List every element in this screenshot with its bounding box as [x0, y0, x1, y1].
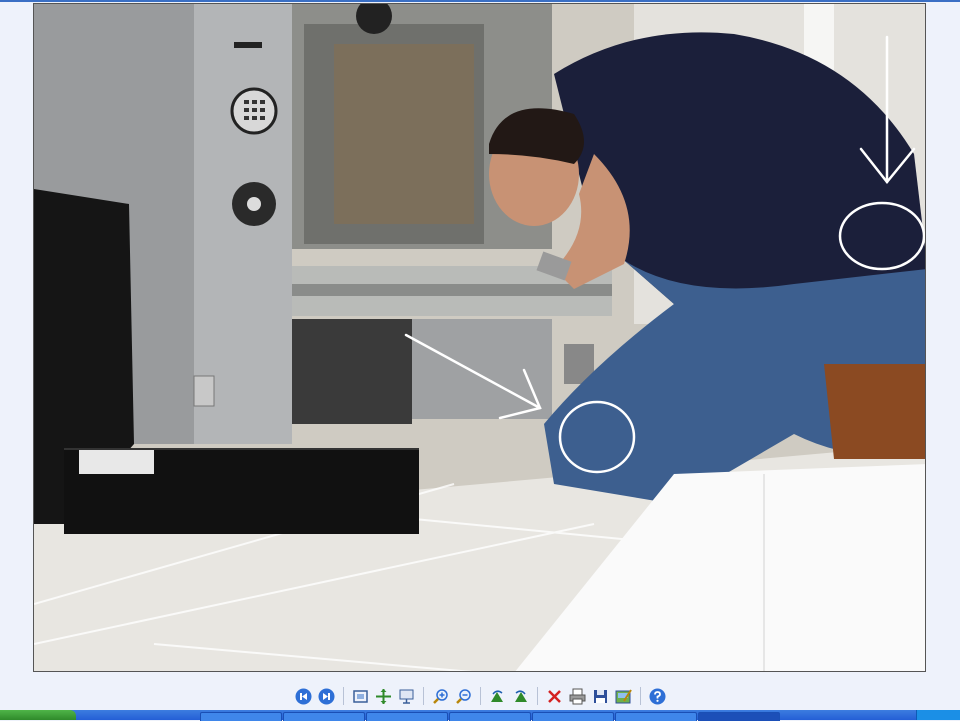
- next-image-button[interactable]: [315, 685, 338, 707]
- previous-icon: [295, 688, 311, 704]
- print-icon: [569, 688, 585, 704]
- toolbar-separator: [479, 687, 481, 705]
- next-icon: [318, 688, 334, 704]
- toolbar-separator: [342, 687, 344, 705]
- slideshow-icon: [399, 689, 413, 704]
- system-tray: [916, 710, 960, 720]
- rotate-clockwise-icon: [490, 690, 503, 702]
- delete-icon: [547, 689, 561, 703]
- zoom-in-icon: [432, 688, 448, 704]
- zoom-in-button[interactable]: [429, 685, 452, 707]
- open-with-button[interactable]: [612, 685, 635, 707]
- rotate-clockwise-button[interactable]: [486, 685, 509, 707]
- best-fit-icon: [352, 689, 368, 703]
- save-icon: [593, 689, 607, 703]
- zoom-out-button[interactable]: [452, 685, 475, 707]
- help-icon: [649, 688, 665, 704]
- print-button[interactable]: [566, 685, 589, 707]
- previous-image-button[interactable]: [292, 685, 315, 707]
- actual-size-icon: [375, 688, 391, 704]
- toolbar-separator: [639, 687, 641, 705]
- zoom-out-icon: [455, 688, 471, 704]
- start-button[interactable]: [0, 710, 76, 720]
- image-viewer: [0, 2, 960, 682]
- toolbar-separator: [536, 687, 538, 705]
- rotate-counterclockwise-icon: [514, 690, 527, 702]
- delete-button[interactable]: [543, 685, 566, 707]
- rotate-counterclockwise-button[interactable]: [509, 685, 532, 707]
- help-button[interactable]: [646, 685, 669, 707]
- photo: [33, 3, 926, 672]
- save-button[interactable]: [589, 685, 612, 707]
- slideshow-button[interactable]: [395, 685, 418, 707]
- viewer-toolbar: [0, 682, 960, 710]
- best-fit-button[interactable]: [349, 685, 372, 707]
- edit-image-icon: [615, 688, 632, 703]
- actual-size-button[interactable]: [372, 685, 395, 707]
- photo-image: [34, 4, 925, 671]
- toolbar-separator: [422, 687, 424, 705]
